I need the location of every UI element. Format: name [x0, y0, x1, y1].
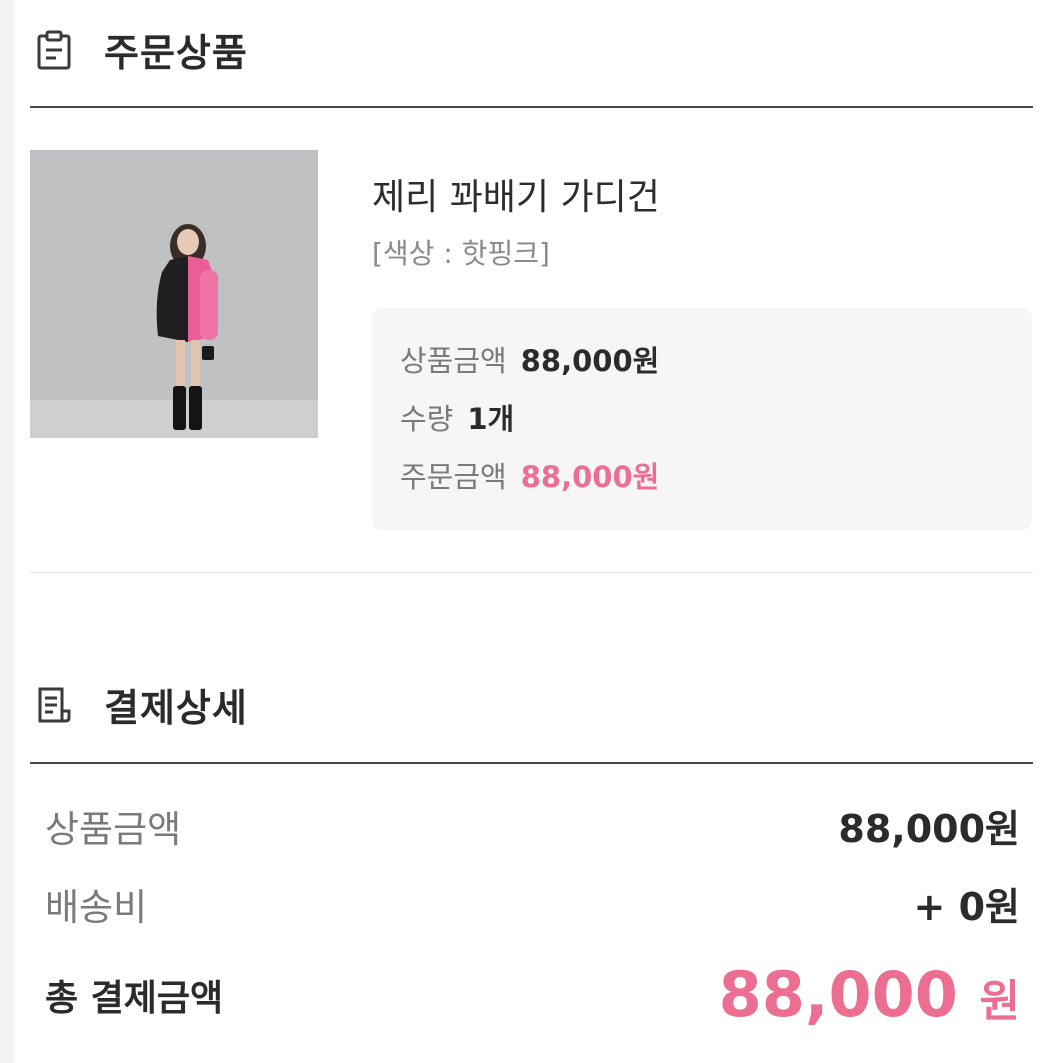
total-label: 총 결제금액	[45, 977, 224, 1019]
cardigan-photo	[30, 150, 318, 438]
total-amount: 88,000	[718, 958, 958, 1031]
product-price-box: 상품금액 88,000원 수량 1개 주문금액 88,000원	[372, 308, 1032, 530]
shipping-row: 배송비 + 0원	[45, 876, 1020, 931]
subtotal-label: 상품금액	[45, 807, 182, 851]
subtotal-row: 상품금액 88,000원	[45, 798, 1020, 853]
order-amount-label: 주문금액	[400, 460, 507, 494]
price-value: 88,000원	[520, 344, 660, 378]
payment-header-divider	[30, 762, 1033, 764]
order-section-header: 주문상품	[34, 22, 248, 77]
quantity-label: 수량	[400, 402, 454, 436]
product-image[interactable]	[30, 150, 318, 438]
order-header-divider	[30, 106, 1033, 108]
shipping-value: + 0원	[913, 885, 1020, 929]
quantity-row: 수량 1개	[400, 396, 514, 438]
receipt-icon	[38, 687, 71, 722]
payment-section-title: 결제상세	[104, 686, 248, 730]
price-row: 상품금액 88,000원	[400, 338, 659, 380]
subtotal-value: 88,000원	[838, 807, 1020, 851]
shipping-label: 배송비	[45, 885, 148, 929]
clipboard-icon	[37, 30, 71, 69]
total-row: 총 결제금액 88,000 원	[45, 958, 1020, 1031]
order-section-title: 주문상품	[104, 31, 248, 75]
price-label: 상품금액	[400, 344, 507, 378]
order-amount-row: 주문금액 88,000원	[400, 454, 659, 496]
left-edge-strip	[0, 0, 14, 1063]
quantity-value: 1개	[467, 402, 515, 436]
product-name[interactable]: 제리 꽈배기 가디건	[372, 168, 660, 220]
order-amount-value: 88,000원	[520, 460, 660, 494]
product-option: [색상 : 핫핑크]	[372, 237, 550, 270]
total-value: 88,000 원	[719, 958, 1020, 1031]
total-unit: 원	[979, 976, 1020, 1027]
payment-section-header: 결제상세	[34, 677, 248, 732]
product-divider	[30, 572, 1033, 573]
